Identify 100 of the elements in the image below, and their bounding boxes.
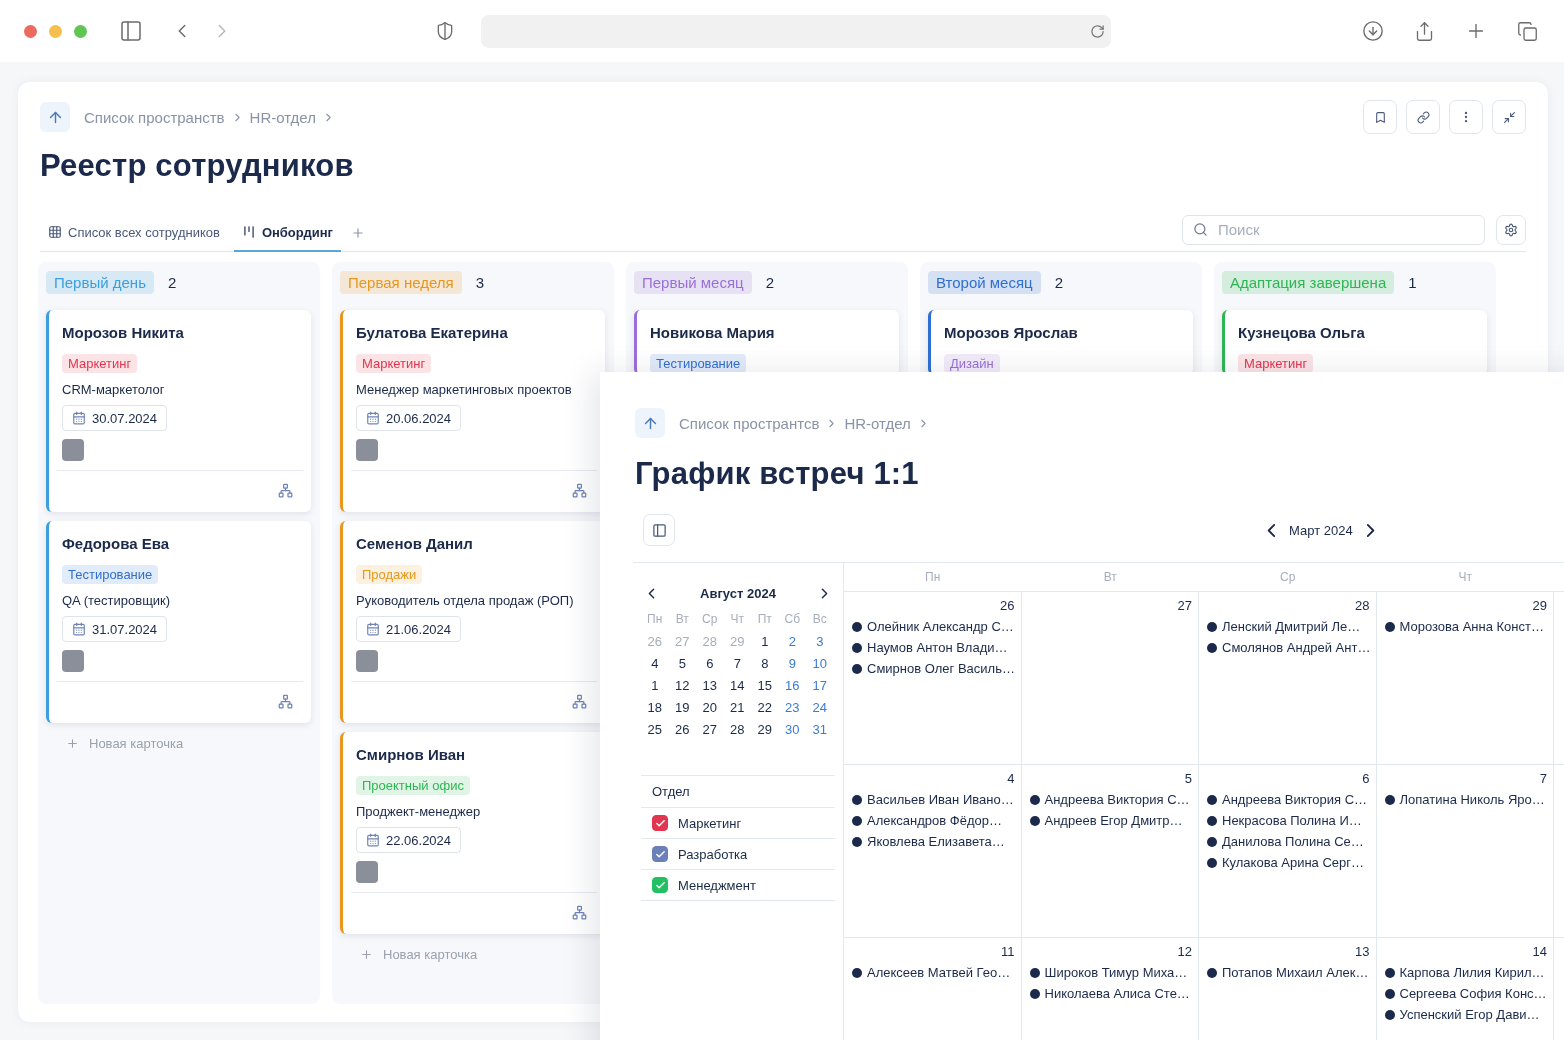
calendar-day[interactable]: 7 [723, 655, 751, 673]
meeting-event[interactable]: Лопатина Николь Яро… [1384, 789, 1547, 810]
department-tag: Маркетинг [356, 354, 432, 373]
employee-card[interactable]: Морозов Никита Маркетинг CRM-маркетолог 30.07.2024 [46, 310, 311, 512]
calendar-day[interactable]: 2 [778, 633, 806, 651]
calendar-day[interactable]: 21 [723, 699, 751, 717]
calendar-day[interactable]: 22 [751, 699, 779, 717]
minimize-window-dot[interactable] [49, 24, 62, 38]
meeting-event[interactable]: Некрасова Полина И… [1207, 810, 1370, 831]
view-tab[interactable]: Онбординг [233, 214, 341, 252]
previous-month-button[interactable] [1265, 521, 1277, 539]
download-button[interactable] [1360, 18, 1386, 44]
meeting-event[interactable]: Николаева Алиса Сте… [1029, 983, 1192, 1004]
calendar-day[interactable]: 12 [668, 677, 696, 695]
maximize-window-dot[interactable] [74, 24, 87, 38]
employee-card[interactable]: Кузнецова Ольга Маркетинг [1222, 310, 1487, 375]
sidebar-toggle-button[interactable] [643, 514, 675, 546]
link-button[interactable] [1406, 100, 1440, 134]
meeting-event[interactable]: Наумов Антон Влади… [852, 637, 1015, 658]
column-label: Адаптация завершена [1222, 271, 1395, 294]
employee-card[interactable]: Морозов Ярослав Дизайн [928, 310, 1193, 375]
calendar-day[interactable]: 20 [696, 699, 724, 717]
meeting-event[interactable]: Смирнов Олег Василь… [852, 658, 1015, 679]
avatar-photo-placeholder [356, 861, 378, 883]
day-number: 6 [1361, 771, 1370, 787]
calendar-day[interactable]: 29 [751, 721, 779, 739]
day-number: 28 [1354, 598, 1370, 614]
meeting-event[interactable]: Олейник Александр С… [852, 616, 1015, 637]
calendar-icon [366, 411, 380, 425]
meeting-event[interactable]: Андреев Егор Дмитр… [1029, 810, 1192, 831]
meeting-event[interactable]: Смолянов Андрей Ант… [1207, 637, 1370, 658]
up-button[interactable] [40, 102, 70, 132]
meeting-event[interactable]: Яковлева Елизавета… [852, 831, 1015, 852]
meeting-event[interactable]: Кулакова Арина Серг… [1207, 852, 1370, 873]
employee-card[interactable]: Булатова Екатерина Маркетинг Менеджер маркетинговых проектов 20.06.2024 [340, 310, 605, 512]
calendar-day[interactable]: 5 [668, 655, 696, 673]
calendar-day[interactable]: 1 [641, 677, 669, 695]
calendar-day[interactable]: 31 [806, 721, 834, 739]
page-title: Реестр сотрудников [40, 148, 355, 184]
calendar-day[interactable]: 26 [668, 721, 696, 739]
calendar-day[interactable]: 3 [806, 633, 834, 651]
settings-icon [1504, 222, 1518, 237]
download-icon [1362, 20, 1384, 42]
meeting-event[interactable]: Сергеева София Конс… [1384, 983, 1547, 1004]
meeting-event[interactable]: Андреева Виктория С… [1029, 789, 1192, 810]
search-field[interactable]: Поиск [1182, 214, 1485, 245]
department-checkbox[interactable] [652, 877, 668, 893]
meeting-event[interactable]: Широков Тимур Миха… [1029, 962, 1192, 983]
share-icon [1414, 20, 1435, 42]
meeting-event[interactable]: Морозова Анна Конст… [1384, 616, 1547, 637]
calendar-day[interactable]: 10 [806, 655, 834, 673]
calendar-day[interactable]: 6 [696, 655, 724, 673]
calendar-day[interactable]: 8 [751, 655, 779, 673]
settings-button[interactable] [1496, 214, 1526, 245]
department-checkbox[interactable] [652, 815, 668, 831]
board-icon [241, 225, 256, 239]
calendar-day[interactable]: 30 [778, 721, 806, 739]
calendar-day[interactable]: 13 [696, 677, 724, 695]
meeting-event[interactable]: Васильев Иван Ивано… [852, 789, 1015, 810]
next-month-button[interactable] [1364, 521, 1377, 539]
checkbox-label: Маркетинг [678, 815, 742, 831]
calendar-day[interactable]: 15 [751, 677, 779, 695]
employee-card[interactable]: Федорова Ева Тестирование QA (тестировщик) 31.07.2024 [46, 521, 311, 723]
view-tab[interactable]: Список всех сотрудников [40, 214, 228, 252]
close-window-dot[interactable] [24, 24, 37, 38]
search-input[interactable]: Поиск [1216, 216, 1474, 243]
calendar-day[interactable]: 18 [641, 699, 669, 717]
job-title: QA (тестировщик) [62, 593, 172, 608]
department-tag: Маркетинг [1238, 354, 1314, 373]
calendar-day[interactable]: 17 [806, 677, 834, 695]
calendar-day[interactable]: 23 [778, 699, 806, 717]
employee-card[interactable]: Новикова Мария Тестирование [634, 310, 899, 375]
employee-name: Смирнов Иван [356, 746, 467, 765]
calendar-day[interactable]: 4 [641, 655, 669, 673]
meeting-event[interactable]: Александров Фёдор… [852, 810, 1015, 831]
calendar-day[interactable]: 16 [778, 677, 806, 695]
meeting-event[interactable]: Данилова Полина Се… [1207, 831, 1370, 852]
meeting-event[interactable]: Алексеев Матвей Гео… [852, 962, 1015, 983]
calendar-day[interactable]: 25 [641, 721, 669, 739]
department-checkbox[interactable] [652, 846, 668, 862]
meeting-event[interactable]: Ленский Дмитрий Ле… [1207, 616, 1370, 637]
plus-icon [66, 737, 79, 750]
reload-icon[interactable] [1090, 23, 1105, 39]
bookmark-button[interactable] [1363, 100, 1397, 134]
calendar-day[interactable]: 24 [806, 699, 834, 717]
employee-name: Булатова Екатерина [356, 324, 509, 343]
calendar-day[interactable]: 1 [751, 633, 779, 651]
calendar-day[interactable]: 19 [668, 699, 696, 717]
calendar-day[interactable]: 27 [696, 721, 724, 739]
job-title: Руководитель отдела продаж (РОП) [356, 593, 575, 608]
meeting-event[interactable]: Карпова Лилия Кирил… [1384, 962, 1547, 983]
date-text: 21.06.2024 [386, 621, 452, 637]
meeting-event[interactable]: Потапов Михаил Алек… [1207, 962, 1370, 983]
calendar-day[interactable]: 14 [723, 677, 751, 695]
up-button[interactable] [635, 408, 665, 438]
day-number: 26 [999, 598, 1015, 614]
meeting-event[interactable]: Андреева Виктория С… [1207, 789, 1370, 810]
calendar-day[interactable]: 28 [723, 721, 751, 739]
meeting-event[interactable]: Успенский Егор Дави… [1384, 1004, 1547, 1025]
calendar-day[interactable]: 9 [778, 655, 806, 673]
